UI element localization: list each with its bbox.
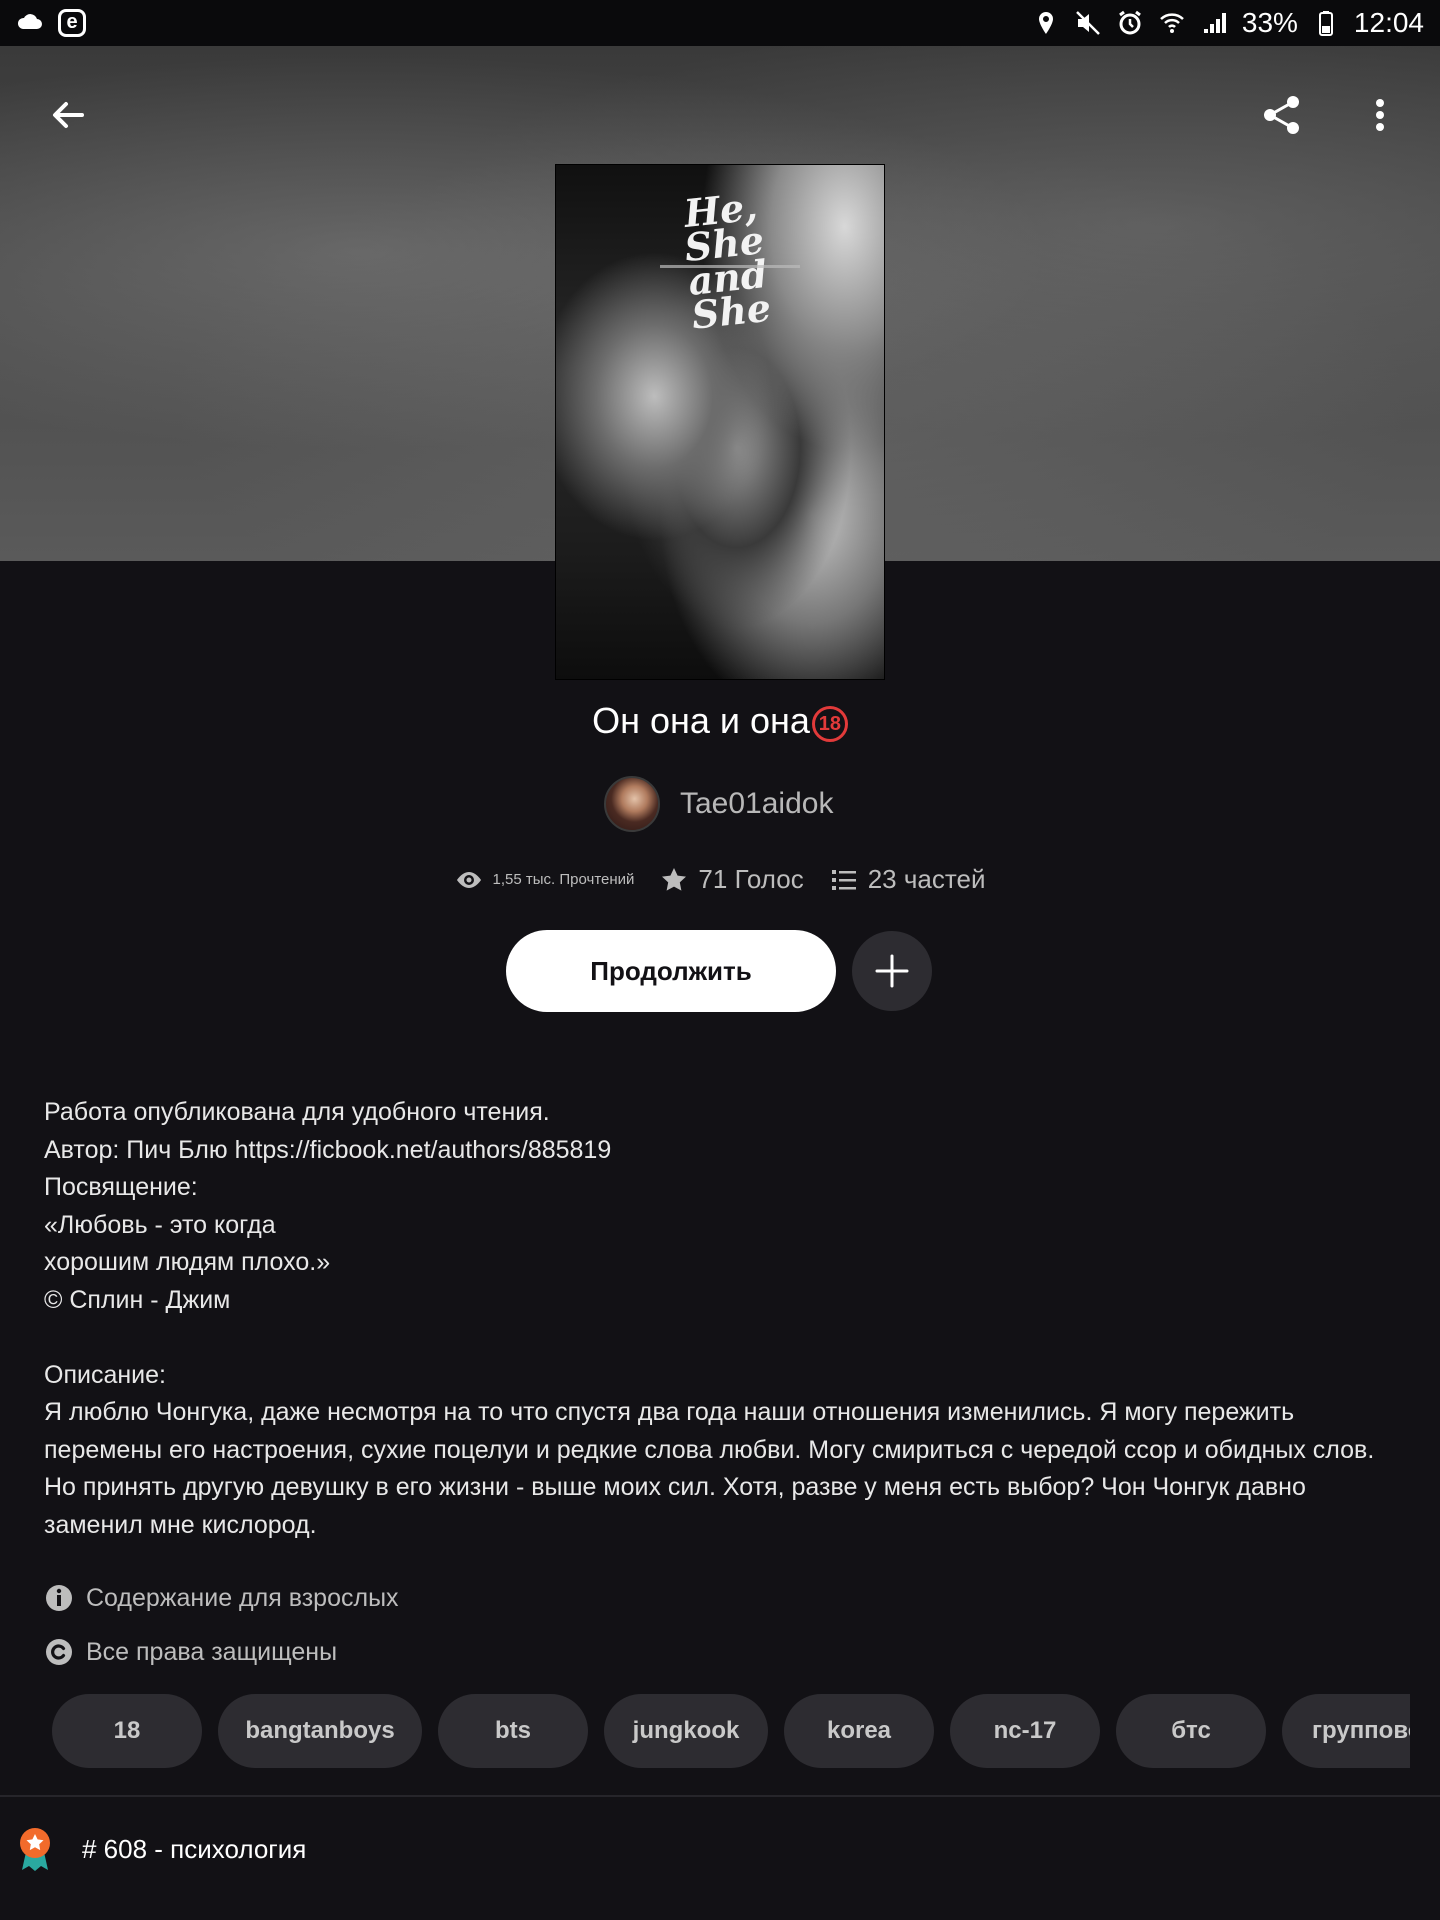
alarm-icon [1116, 9, 1144, 37]
ranking-medal-icon [20, 1828, 50, 1871]
more-vertical-icon [1376, 99, 1384, 131]
book-cover[interactable]: He, She and She [556, 165, 884, 679]
eye-icon [456, 871, 481, 888]
status-bar-left: e [16, 9, 86, 37]
section-divider [0, 1795, 1440, 1797]
description-line: Описание: [44, 1360, 166, 1389]
tag-chip[interactable]: nc-17 [950, 1694, 1100, 1768]
copyright-icon [46, 1639, 72, 1665]
age-rating-badge: 18 [811, 706, 848, 742]
votes-count: 71 Голос [698, 864, 804, 894]
author-link[interactable]: Tae01aidok [604, 776, 833, 832]
votes-stat: 71 Голос [660, 864, 804, 895]
mature-content-label: Содержание для взрослых [86, 1583, 399, 1612]
parts-stat: 23 частей [830, 864, 986, 895]
back-button[interactable] [32, 79, 104, 151]
reads-count: 1,55 тыс. Прочтений [492, 871, 635, 888]
tag-chip[interactable]: bts [438, 1694, 588, 1768]
description-line: «Любовь - это когда [44, 1210, 276, 1239]
tag-chip[interactable]: групповой [1282, 1694, 1410, 1768]
tag-chip[interactable]: jungkook [604, 1694, 768, 1768]
ranking-label: # 608 - психология [82, 1833, 307, 1864]
app-e-icon: e [58, 9, 86, 37]
tag-chip[interactable]: bangtanboys [218, 1694, 422, 1768]
info-icon [46, 1585, 72, 1611]
cover-title: He, She and She [681, 183, 774, 338]
story-stats: 1,55 тыс. Прочтений 71 Голос 23 частей [0, 864, 1440, 895]
status-bar-right: 33% 12:04 [1032, 7, 1424, 39]
star-icon [662, 867, 687, 891]
story-details-screen: e 33% 12:04 He, She and She Он она и она… [0, 0, 1440, 1920]
share-icon [1264, 96, 1299, 134]
description-line: хорошим людям плохо.» [44, 1248, 331, 1276]
signal-icon [1200, 9, 1228, 37]
ranking-row[interactable]: # 608 - психология [16, 1826, 306, 1872]
copyright-label: Все права защищены [86, 1637, 338, 1666]
story-description: Работа опубликована для удобного чтения.… [44, 1094, 1396, 1544]
copyright-notice: Все права защищены [44, 1637, 337, 1667]
author-name: Tae01aidok [680, 787, 834, 820]
share-button[interactable] [1246, 79, 1318, 151]
status-bar: e 33% 12:04 [0, 0, 1440, 46]
tag-list: 18 bangtanboys bts jungkook korea nc-17 … [52, 1694, 1410, 1768]
mature-content-notice: Содержание для взрослых [44, 1583, 399, 1613]
description-line: Посвящение: [44, 1173, 198, 1201]
description-summary: Я люблю Чонгука, даже несмотря на то что… [44, 1398, 1375, 1539]
tag-chip[interactable]: korea [784, 1694, 934, 1768]
author-avatar [604, 776, 660, 832]
cloud-icon [16, 9, 44, 37]
reads-stat: 1,55 тыс. Прочтений [455, 866, 635, 894]
tag-chip[interactable]: 18 [52, 1694, 202, 1768]
arrow-left-icon [53, 102, 84, 128]
battery-percent: 33% [1241, 7, 1298, 38]
description-line: © Сплин - Джим [44, 1285, 231, 1314]
tag-chip[interactable]: бтс [1116, 1694, 1266, 1768]
more-options-button[interactable] [1344, 79, 1416, 151]
list-icon [831, 869, 856, 890]
description-line: Автор: Пич Блю https://ficbook.net/autho… [44, 1135, 612, 1164]
mute-icon [1074, 9, 1102, 37]
book-title-text: Он она и она [592, 700, 810, 741]
book-title: Он она и она 18 [0, 700, 1440, 742]
location-icon [1032, 9, 1060, 37]
wifi-icon [1158, 9, 1186, 37]
add-to-library-button[interactable] [852, 931, 932, 1011]
clock-time: 12:04 [1353, 7, 1424, 38]
battery-icon [1312, 9, 1340, 37]
plus-icon [875, 954, 909, 988]
continue-reading-button[interactable]: Продолжить [506, 930, 836, 1012]
cover-subtitle-line [660, 265, 800, 268]
description-line: Работа опубликована для удобного чтения. [44, 1098, 550, 1126]
parts-count: 23 частей [867, 864, 986, 894]
description-line [44, 1319, 1396, 1357]
